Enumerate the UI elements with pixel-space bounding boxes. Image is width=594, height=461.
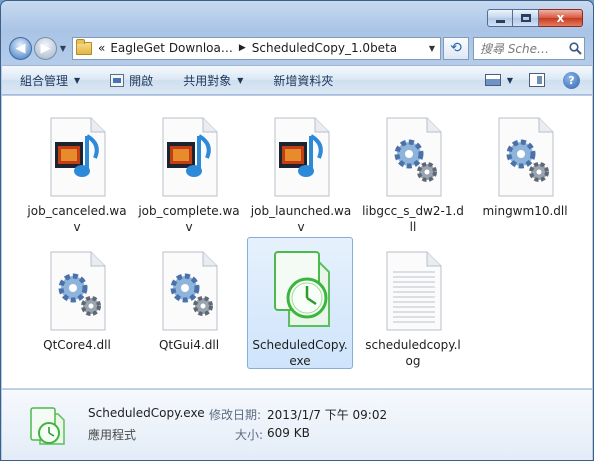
file-item[interactable]: QtCore4.dll [24,238,130,370]
organize-label: 組合管理 [20,73,69,88]
file-item[interactable]: job_canceled.wav [24,104,130,236]
address-dropdown-icon[interactable]: ▼ [424,44,440,53]
command-bar: 組合管理 ▼ 開啟 共用對象 ▼ 新增資料夾 ▼ ? [2,65,592,95]
search-input[interactable]: 搜尋 Sche… [480,40,566,57]
breadcrumb-separator-icon[interactable]: ▶ [239,43,246,53]
details-file-name: ScheduledCopy.exe [88,406,205,420]
breadcrumb-item[interactable]: EagleGet Downloa… [110,41,233,55]
view-options-dropdown-icon[interactable]: ▼ [507,76,513,85]
breadcrumb-item-current[interactable]: ScheduledCopy_1.0beta [252,41,397,55]
maximize-icon [520,14,531,22]
maximize-button[interactable] [513,9,539,27]
chevron-down-icon: ▼ [237,75,244,85]
close-button[interactable]: x [539,9,583,27]
file-item[interactable]: mingwm10.dll [472,104,578,236]
address-bar[interactable]: « EagleGet Downloa… ▶ ScheduledCopy_1.0b… [72,36,441,60]
file-name: scheduledcopy.log [365,338,461,368]
new-folder-button[interactable]: 新增資料夾 [273,72,333,89]
new-folder-label: 新增資料夾 [273,73,334,88]
details-modified-value: 2013/1/7 下午 09:02 [267,408,388,422]
file-name: job_canceled.wav [27,204,127,234]
file-item[interactable]: scheduledcopy.log [360,238,466,370]
close-icon: x [556,11,565,25]
text-file-icon [386,251,442,331]
details-file-type: 應用程式 [88,428,137,442]
minimize-icon [495,19,505,23]
gear-icon [498,117,554,197]
forward-button[interactable]: ▶ [34,36,57,60]
navigation-bar: ◀ ▶ ▼ « EagleGet Downloa… ▶ ScheduledCop… [9,35,585,61]
search-icon[interactable] [566,41,584,55]
file-name: job_launched.wav [250,204,352,234]
file-name: QtCore4.dll [43,338,111,352]
details-size-label: 大小: [235,428,264,442]
breadcrumb-overflow[interactable]: « [98,41,105,55]
preview-pane-icon[interactable] [529,73,545,87]
command-bar-right: ▼ ? [484,71,592,89]
audio-file-icon [50,117,106,197]
help-icon[interactable]: ? [563,71,580,89]
clock-icon [274,251,330,327]
clock-icon [30,407,65,445]
refresh-icon: ⟲ [450,40,462,56]
details-size-value: 609 KB [267,426,310,440]
back-button[interactable]: ◀ [9,36,32,60]
back-arrow-icon: ◀ [15,40,26,56]
file-name: mingwm10.dll [482,204,568,218]
gear-icon [386,117,442,197]
file-item[interactable]: QtGui4.dll [136,238,242,370]
share-with-button[interactable]: 共用對象 ▼ [183,72,243,89]
share-with-label: 共用對象 [183,73,232,88]
file-name: job_complete.wav [138,204,240,234]
open-button[interactable]: 開啟 [110,72,153,89]
file-item-selected[interactable]: ScheduledCopy.exe [247,237,353,369]
details-pane: ScheduledCopy.exe 應用程式 修改日期: 2013/1/7 下午… [2,390,592,460]
application-icon [110,73,125,87]
file-item[interactable]: job_launched.wav [248,104,354,236]
forward-arrow-icon: ▶ [40,40,51,56]
chevron-down-icon: ▼ [74,75,81,85]
caption-buttons: x [487,9,583,27]
file-name: ScheduledCopy.exe [252,338,348,368]
search-box[interactable]: 搜尋 Sche… [473,36,585,60]
file-name: QtGui4.dll [158,338,220,352]
gear-icon [50,251,106,331]
file-name: libgcc_s_dw2-1.dll [362,204,464,234]
recent-pages-dropdown[interactable]: ▼ [58,44,68,53]
refresh-button[interactable]: ⟲ [443,36,469,60]
audio-file-icon [274,117,330,197]
gear-icon [162,251,218,331]
open-label: 開啟 [129,73,154,88]
minimize-button[interactable] [487,9,513,27]
file-list: job_canceled.wav job_complete.wav job_la… [2,96,592,389]
details-modified-label: 修改日期: [209,408,262,422]
explorer-window: x ◀ ▶ ▼ « EagleGet Downloa… ▶ ScheduledC… [0,0,594,461]
organize-button[interactable]: 組合管理 ▼ [20,72,80,89]
folder-icon [76,38,92,55]
file-item[interactable]: job_complete.wav [136,104,242,236]
change-view-icon[interactable] [484,74,501,86]
audio-file-icon [162,117,218,197]
file-item[interactable]: libgcc_s_dw2-1.dll [360,104,466,236]
help-glyph: ? [568,73,575,87]
